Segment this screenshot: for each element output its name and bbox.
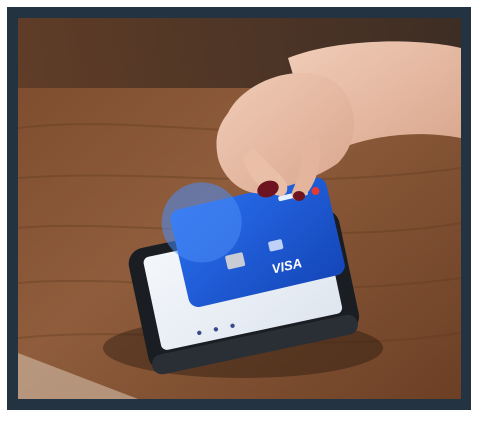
payment-photo: VISA bbox=[18, 18, 461, 399]
fingernail-2 bbox=[293, 191, 305, 201]
